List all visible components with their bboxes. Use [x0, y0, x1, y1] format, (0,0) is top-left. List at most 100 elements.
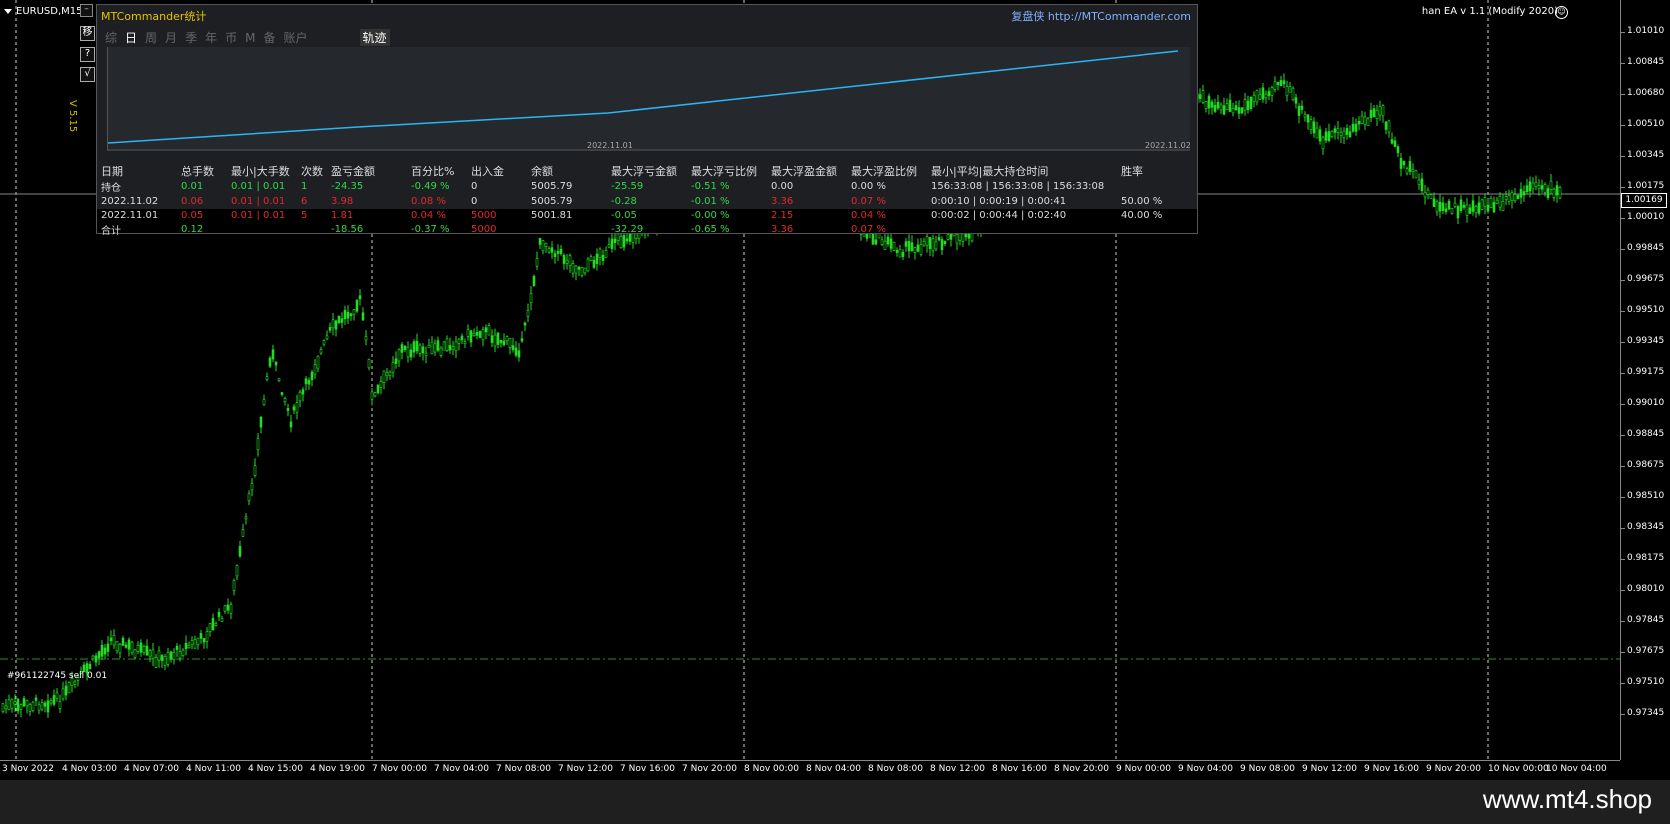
price-chart[interactable]: EURUSD,M15 – 移 ? √ V 5.15 han EA v 1.1 (… — [0, 0, 1620, 760]
price-tick: 1.00345 — [1620, 150, 1665, 160]
candle-body — [1339, 132, 1343, 136]
tab-track[interactable]: 轨迹 — [359, 29, 390, 46]
stats-panel[interactable]: MTCommander统计 复盘侠 http://MTCommander.com… — [96, 4, 1198, 237]
candle-body — [64, 685, 68, 696]
time-tick: 8 Nov 20:00 — [1054, 764, 1109, 774]
candle-body — [916, 244, 920, 252]
candle-body — [523, 322, 527, 326]
candle-body — [919, 244, 923, 255]
candle-body — [1366, 118, 1370, 127]
symbol-label[interactable]: EURUSD,M15 — [4, 6, 82, 17]
stats-cell — [931, 222, 1121, 237]
candle-body — [1276, 82, 1280, 86]
candle-body — [421, 346, 425, 354]
time-axis[interactable]: 3 Nov 2022 4 Nov 03:00 4 Nov 07:00 4 Nov 11… — [0, 760, 1620, 781]
candle-body — [124, 644, 128, 648]
candle-body — [571, 263, 575, 274]
tab-1[interactable]: 日 — [125, 29, 137, 46]
candle-body — [205, 631, 209, 642]
candle-body — [508, 338, 512, 348]
candle-body — [496, 332, 500, 345]
candle-body — [1201, 90, 1205, 103]
stats-header-cell: 总手数 — [181, 165, 214, 178]
candle-body — [91, 655, 95, 660]
candle-body — [301, 389, 305, 395]
candle-body — [427, 344, 431, 348]
candle-body — [1306, 114, 1310, 123]
tab-0[interactable]: 综 — [105, 29, 117, 46]
candle-body — [1471, 200, 1475, 212]
candle-body — [1477, 202, 1481, 214]
confirm-button[interactable]: √ — [80, 67, 95, 82]
panel-site-link[interactable]: 复盘侠 http://MTCommander.com — [1011, 8, 1191, 24]
candle-body — [1453, 202, 1457, 207]
candle-body — [1486, 204, 1490, 212]
tab-2[interactable]: 周 — [145, 29, 157, 46]
price-tick: 0.99345 — [1620, 336, 1665, 346]
price-axis[interactable]: 1.01010 1.00845 1.00680 1.00510 1.00345 1.001… — [1620, 0, 1670, 760]
candle-body — [106, 643, 110, 652]
candle-body — [1387, 120, 1391, 133]
candle-body — [1417, 179, 1421, 185]
candle-body — [937, 237, 941, 241]
candle-body — [1498, 195, 1502, 208]
tab-7[interactable]: M — [245, 31, 255, 45]
stats-cell: 0.04 % — [411, 209, 446, 221]
tab-9[interactable]: 账户 — [283, 29, 307, 46]
candle-body — [1285, 86, 1289, 97]
stats-header-cell: 最大浮盈金额 — [771, 165, 837, 178]
tab-4[interactable]: 季 — [185, 29, 197, 46]
stats-row: 2022.11.02 0.06 0.01 | 0.01 6 3.98 0.08 % 0 500… — [101, 194, 1181, 208]
candle-body — [1549, 180, 1553, 190]
time-tick: 9 Nov 00:00 — [1116, 764, 1171, 774]
candle-body — [460, 335, 464, 341]
candle-body — [1198, 94, 1202, 99]
candle-body — [1381, 105, 1385, 117]
candle-body — [1372, 108, 1376, 118]
tab-6[interactable]: 币 — [225, 29, 237, 46]
candle-body — [310, 371, 314, 381]
candle-body — [1363, 116, 1367, 125]
price-tick: 0.98175 — [1620, 553, 1665, 563]
candle-body — [1420, 178, 1424, 192]
candle-body — [598, 248, 602, 258]
candle-body — [199, 633, 203, 639]
candle-body — [52, 695, 56, 705]
tab-8[interactable]: 备 — [263, 29, 275, 46]
help-button[interactable]: ? — [80, 47, 95, 62]
candle-body — [568, 255, 572, 266]
tab-3[interactable]: 月 — [165, 29, 177, 46]
time-tick: 7 Nov 16:00 — [620, 764, 675, 774]
candle-body — [469, 330, 473, 343]
candle-body — [1483, 197, 1487, 207]
candle-body — [343, 309, 347, 320]
candle-body — [292, 406, 296, 411]
dropdown-triangle-icon[interactable] — [4, 8, 12, 14]
candle-body — [1345, 128, 1349, 135]
candle-body — [1228, 99, 1232, 112]
move-button[interactable]: 移 — [80, 26, 95, 41]
candle-body — [31, 701, 35, 711]
candle-body — [169, 651, 173, 660]
candle-body — [1216, 101, 1220, 109]
candle-body — [385, 372, 389, 377]
stats-cell: 0 — [471, 181, 478, 192]
ea-label: han EA v 1.1 (Modify 2020) — [1421, 6, 1558, 17]
candle-body — [625, 238, 629, 242]
candle-body — [217, 611, 221, 618]
stats-cell — [1121, 179, 1181, 194]
candle-body — [1465, 204, 1469, 216]
candle-body — [232, 580, 236, 591]
minimize-icon[interactable]: – — [80, 4, 93, 17]
candle-body — [1225, 103, 1229, 111]
candle-body — [46, 700, 50, 713]
candle-body — [931, 238, 935, 251]
tab-5[interactable]: 年 — [205, 29, 217, 46]
order-label[interactable]: #961122745 sell 0.01 — [7, 671, 107, 681]
candle-body — [430, 341, 434, 354]
price-tick: 0.99010 — [1620, 398, 1665, 408]
stats-cell: 0.07 % — [851, 224, 886, 235]
candle-body — [370, 391, 374, 400]
time-tick: 8 Nov 00:00 — [744, 764, 799, 774]
time-tick: 9 Nov 12:00 — [1302, 764, 1357, 774]
